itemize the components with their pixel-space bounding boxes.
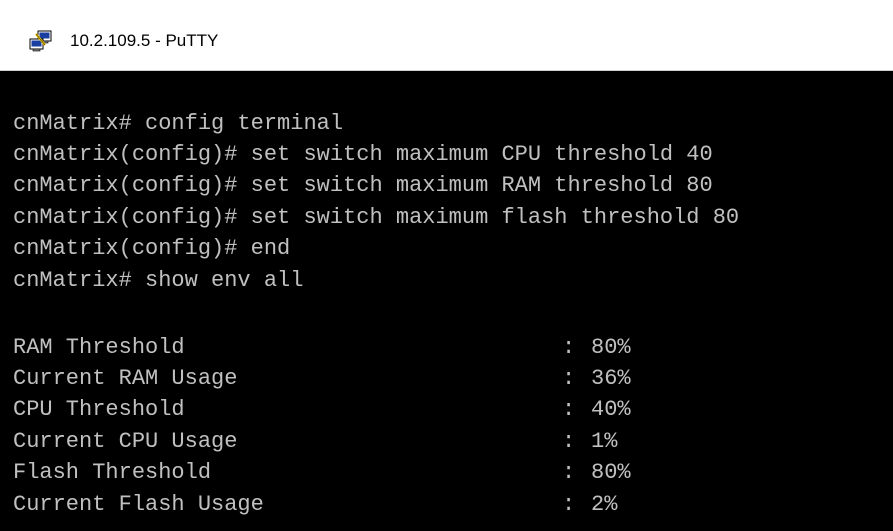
terminal-screen[interactable]: cnMatrix# config terminal cnMatrix(confi… bbox=[0, 71, 893, 531]
env-separator: : bbox=[562, 397, 576, 422]
command-line: cnMatrix# show env all bbox=[13, 268, 304, 293]
env-value: 80% bbox=[591, 335, 631, 360]
env-key: Current Flash Usage bbox=[13, 492, 264, 517]
env-row: RAM Threshold : 80% bbox=[13, 333, 631, 363]
window-titlebar[interactable]: 10.2.109.5 - PuTTY bbox=[0, 0, 893, 71]
env-key: RAM Threshold bbox=[13, 335, 185, 360]
command-line: cnMatrix(config)# end bbox=[13, 236, 291, 261]
env-value: 80% bbox=[591, 460, 631, 485]
putty-window: 10.2.109.5 - PuTTY cnMatrix# config term… bbox=[0, 0, 893, 531]
window-title: 10.2.109.5 - PuTTY bbox=[70, 31, 219, 50]
env-key: Current CPU Usage bbox=[13, 429, 238, 454]
command-line: cnMatrix(config)# set switch maximum fla… bbox=[13, 205, 740, 230]
env-value: 1% bbox=[591, 429, 618, 454]
env-value: 40% bbox=[591, 397, 631, 422]
env-separator: : bbox=[562, 366, 576, 391]
env-separator: : bbox=[562, 492, 576, 517]
command-line: cnMatrix# config terminal bbox=[13, 111, 344, 136]
command-line: cnMatrix(config)# set switch maximum RAM… bbox=[13, 173, 713, 198]
env-row: Flash Threshold : 80% bbox=[13, 458, 631, 488]
env-value: 2% bbox=[591, 492, 618, 517]
command-line: cnMatrix(config)# set switch maximum CPU… bbox=[13, 142, 713, 167]
env-key: CPU Threshold bbox=[13, 397, 185, 422]
env-row: Current RAM Usage : 36% bbox=[13, 364, 631, 394]
env-separator: : bbox=[562, 429, 576, 454]
env-row: Current CPU Usage : 1% bbox=[13, 427, 617, 457]
env-key: Flash Threshold bbox=[13, 460, 212, 485]
env-value: 36% bbox=[591, 366, 631, 391]
putty-icon bbox=[29, 30, 52, 52]
env-key: Current RAM Usage bbox=[13, 366, 238, 391]
env-separator: : bbox=[562, 335, 576, 360]
env-separator: : bbox=[562, 460, 576, 485]
env-row: Current Flash Usage : 2% bbox=[13, 490, 617, 520]
env-row: CPU Threshold : 40% bbox=[13, 395, 631, 425]
